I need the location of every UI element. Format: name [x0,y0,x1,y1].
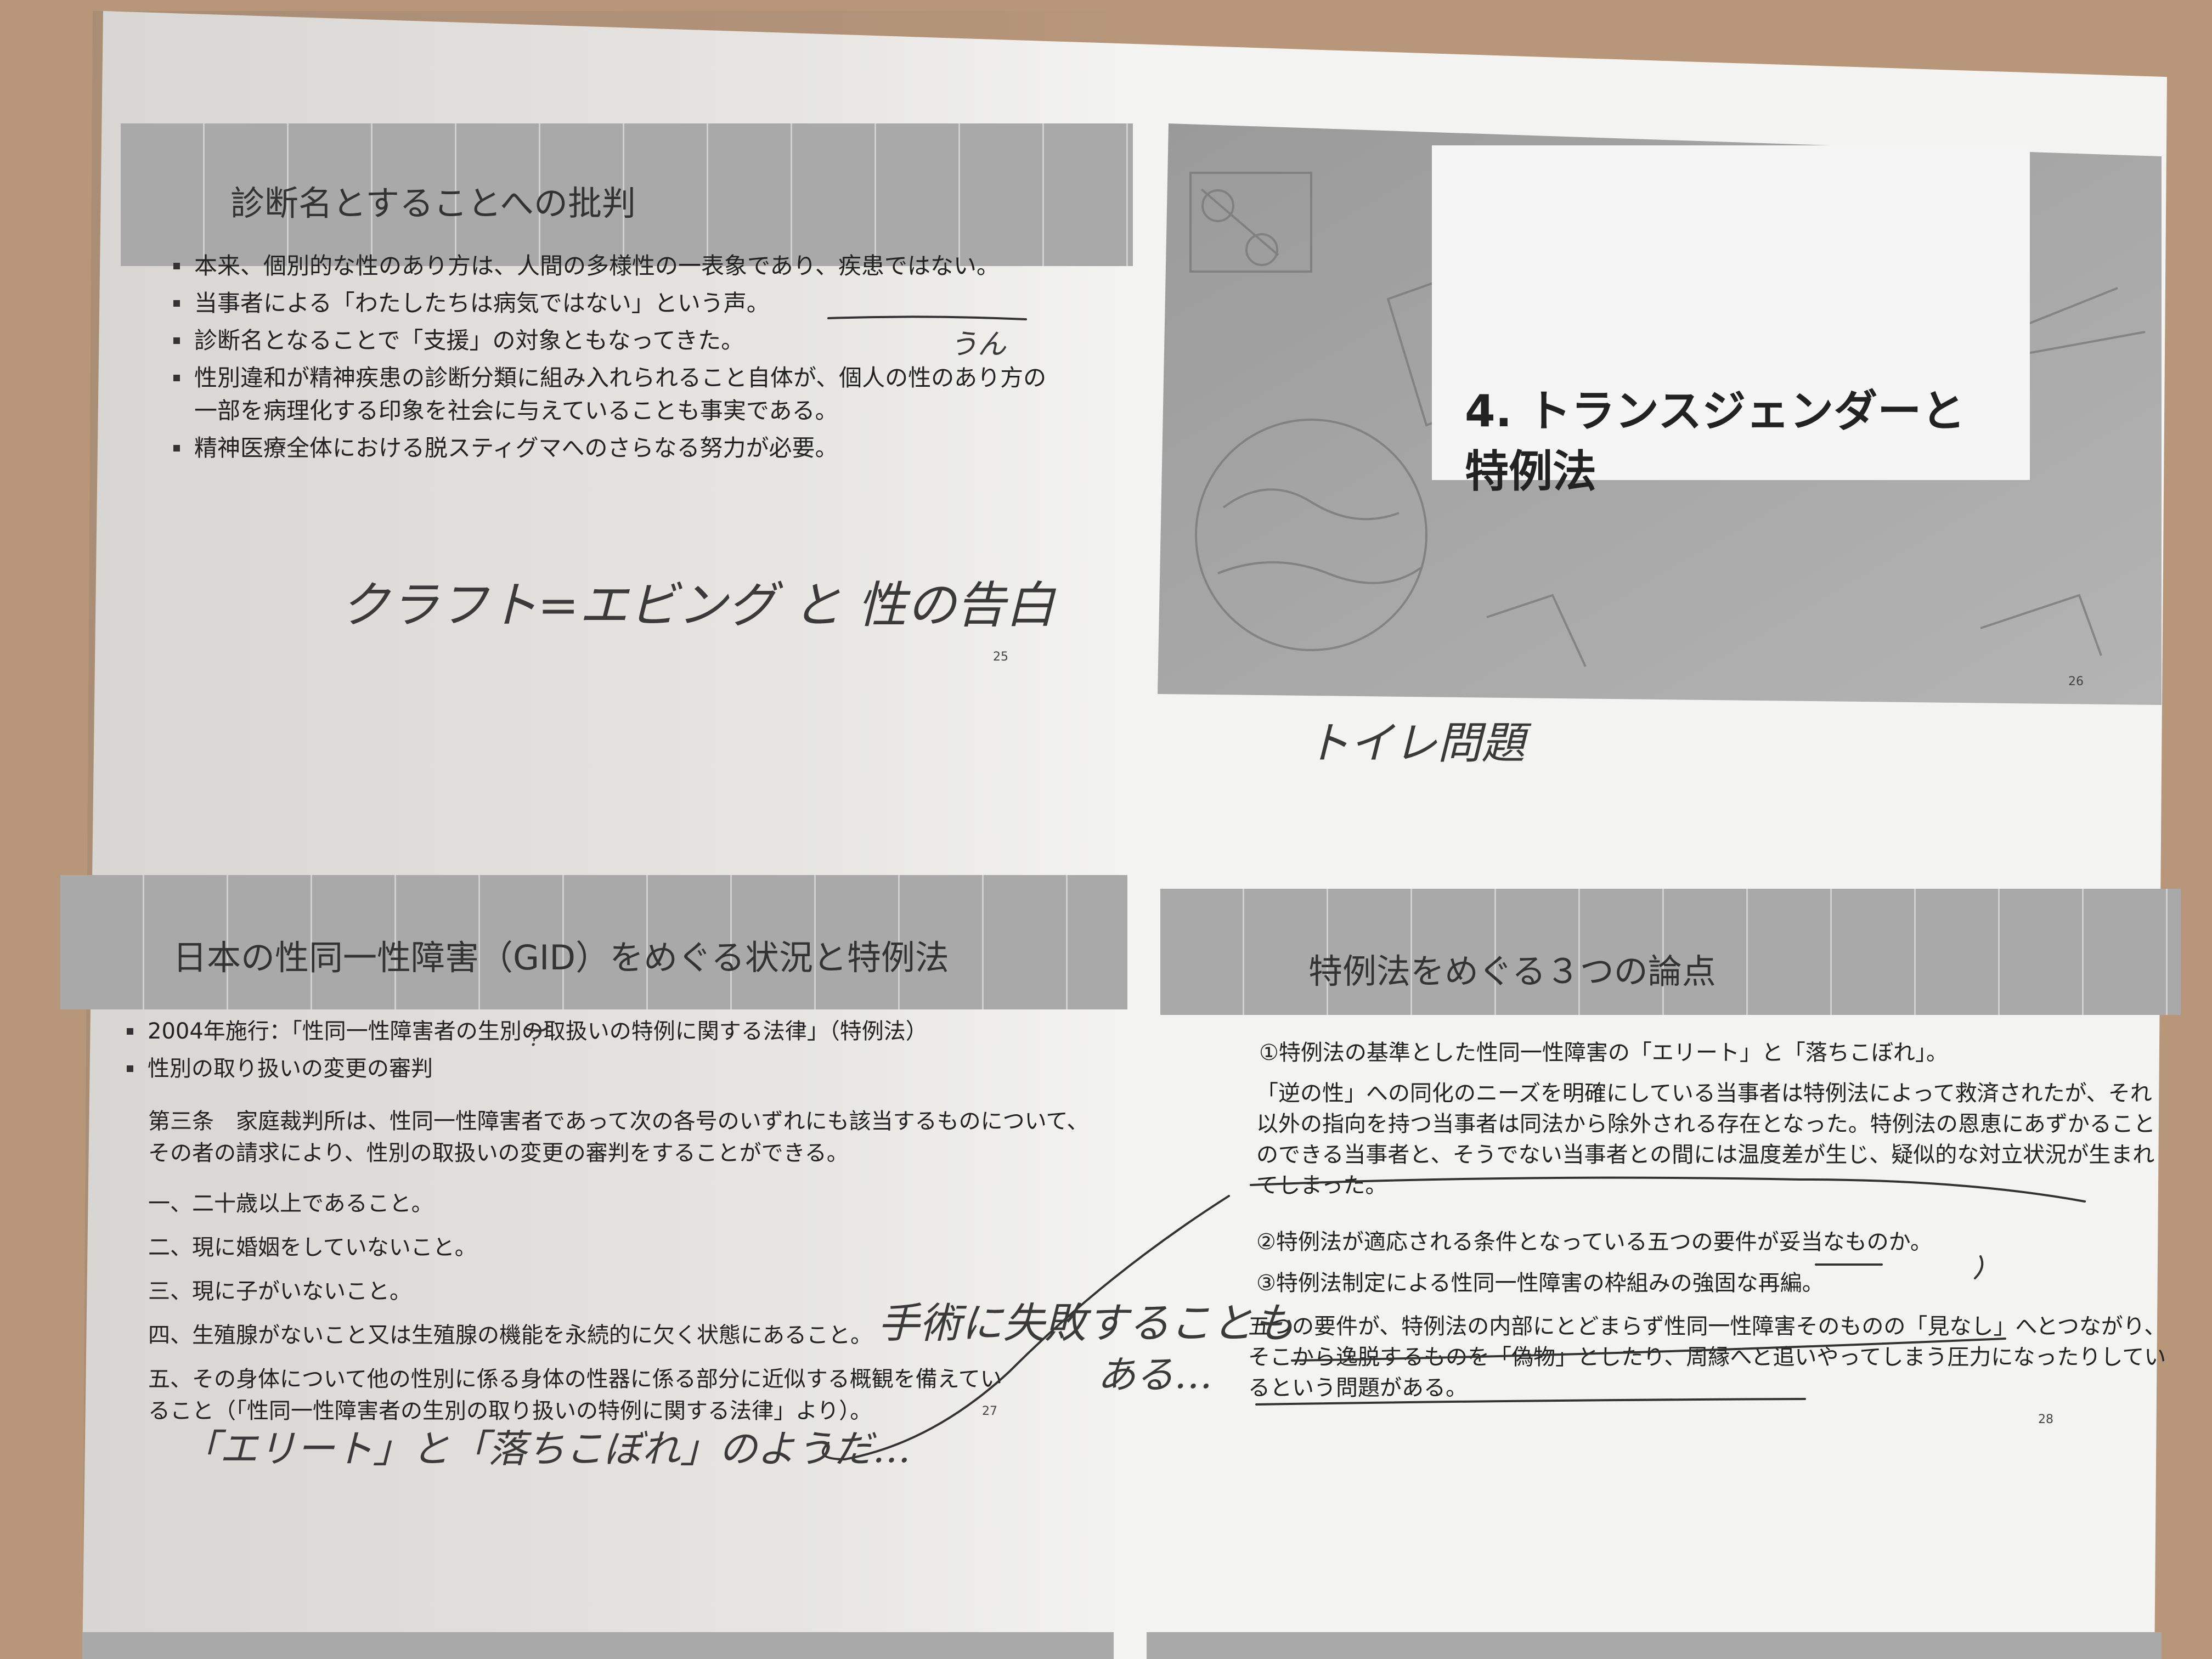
handwritten-note-toilet: トイレ問題 [1306,718,1525,769]
next-slide-bar-left [82,1632,1114,1659]
slide-25-bullets: 本来、個別的な性のあり方は、人間の多様性の一表象であり、疾患ではない。 当事者に… [170,250,1059,469]
handwritten-note-surgery-2: ある… [1097,1352,1212,1397]
page-number: 26 [2068,675,2084,689]
slide-27-title: 日本の性同一性障害（GID）をめぐる状況と特例法 [173,938,949,978]
slide-27: 日本の性同一性障害（GID）をめぐる状況と特例法 2004年施行：「性同一性障害… [60,875,1127,1435]
requirement-5: 五、その身体について他の性別に係る身体の性器に係る部分に近似する概観を備えている… [148,1367,1002,1424]
slide-26: 4. トランスジェンダーと 特例法 26 [1158,123,2162,705]
handwritten-note-question: ? [529,1026,541,1051]
slide-26-section-title: 4. トランスジェンダーと 特例法 [1465,386,1966,497]
point-3-body: 五つの要件が、特例法の内部にとどまらず性同一性障害そのものの「見なし」へとつなが… [1248,1314,2166,1401]
page-number: 28 [2038,1413,2053,1426]
slide-25-title: 診断名とすることへの批判 [230,183,636,223]
handwritten-note-uun: うん [949,328,1007,361]
next-slide-bar-right [1147,1632,2162,1659]
handwritten-note-elite: 「エリート」と「落ちこぼれ」のようだ… [181,1426,911,1471]
list-item: 精神医療全体における脱スティグマへのさらなる努力が必要。 [170,432,1059,465]
page-number: 25 [993,650,1008,664]
requirement-2: 二、現に婚姻をしていないこと。 [148,1235,477,1260]
point-1-body: 「逆の性」への同化のニーズを明確にしている当事者は特例法によって救済されたが、そ… [1256,1081,2155,1198]
point-3: ③特例法制定による性同一性障害の枠組みの強固な再編。 [1256,1271,1824,1296]
handwritten-note-surgery-1: 手術に失敗することも [878,1299,1295,1347]
list-item: 性別違和が精神疾患の診断分類に組み入れられること自体が、個人の性のあり方の一部を… [170,362,1059,427]
list-item: 2004年施行：「性同一性障害者の生別の取扱いの特例に関する法律」（特例法） [123,1015,1100,1048]
list-item: 本来、個別的な性のあり方は、人間の多様性の一表象であり、疾患ではない。 [170,250,1059,283]
list-item: 当事者による「わたしたちは病気ではない」という声。 [170,287,1059,320]
point-1: ①特例法の基準とした性同一性障害の「エリート」と「落ちこぼれ」。 [1259,1040,1948,1065]
article-text: 第三条 家庭裁判所は、性同一性障害者であって次の各号のいずれにも該当するものにつ… [148,1109,1089,1166]
list-item: 診断名となることで「支援」の対象ともなってきた。 [170,324,1059,357]
requirement-1: 一、二十歳以上であること。 [148,1191,433,1216]
point-2: ②特例法が適応される条件となっている五つの要件が妥当なものか。 [1256,1229,1932,1255]
slide-28: 特例法をめぐる３つの論点 ①特例法の基準とした性同一性障害の「エリート」と「落ち… [1160,889,2181,1459]
list-item: 性別の取り扱いの変更の審判 [123,1052,1100,1085]
slide-27-bullets: 2004年施行：「性同一性障害者の生別の取扱いの特例に関する法律」（特例法） 性… [123,1015,1100,1090]
slide-28-title: 特例法をめぐる３つの論点 [1308,951,1716,991]
page-number: 27 [982,1404,997,1418]
handwritten-note-kraft: クラフト=エビング と 性の告白 [340,577,1055,634]
